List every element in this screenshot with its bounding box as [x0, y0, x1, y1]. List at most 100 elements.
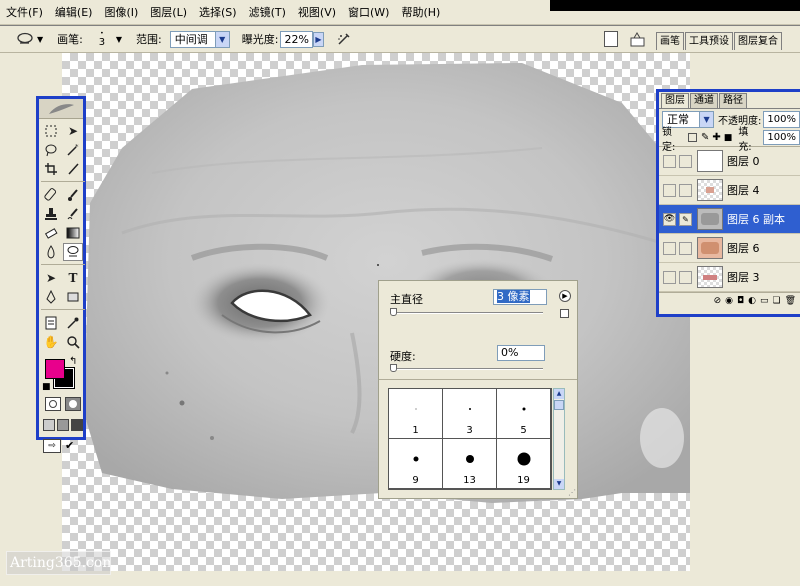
- lock-transparency-icon[interactable]: [688, 133, 698, 142]
- link-toggle[interactable]: [679, 183, 692, 197]
- hardness-slider-thumb[interactable]: [390, 364, 397, 372]
- new-layer-icon[interactable]: ❏: [772, 296, 780, 306]
- layer-style-icon[interactable]: ◉: [725, 296, 733, 306]
- menu-edit[interactable]: 编辑(E): [49, 0, 99, 25]
- crop-icon[interactable]: [41, 160, 61, 178]
- visibility-toggle[interactable]: [663, 270, 676, 284]
- history-brush-icon[interactable]: [63, 205, 83, 223]
- default-colors-icon[interactable]: ■: [42, 382, 51, 392]
- type-icon[interactable]: T: [63, 269, 83, 287]
- scroll-down-icon[interactable]: ▼: [554, 479, 564, 489]
- foreground-color-swatch[interactable]: [45, 359, 65, 379]
- blur-icon[interactable]: [41, 243, 61, 261]
- brush-preset[interactable]: 1: [389, 389, 443, 439]
- menu-view[interactable]: 视图(V): [292, 0, 342, 25]
- path-select-icon[interactable]: ➤: [41, 269, 61, 287]
- pen-icon[interactable]: [41, 288, 61, 306]
- slice-icon[interactable]: [63, 160, 83, 178]
- brush-options-icon[interactable]: ▶: [559, 290, 571, 302]
- eraser-icon[interactable]: [41, 224, 61, 242]
- brush-preset[interactable]: 3: [443, 389, 497, 439]
- brush-preset[interactable]: 19: [497, 439, 551, 489]
- tool-preset-dropdown-icon[interactable]: ▼: [37, 35, 43, 44]
- adjustment-layer-icon[interactable]: ◐: [748, 296, 756, 306]
- eyedropper-icon[interactable]: [63, 314, 83, 332]
- zoom-icon[interactable]: [63, 333, 83, 351]
- link-toggle[interactable]: [679, 241, 692, 255]
- exposure-slider-button[interactable]: ▶: [312, 31, 324, 47]
- link-toggle[interactable]: [679, 154, 692, 168]
- menu-filter[interactable]: 滤镜(T): [243, 0, 292, 25]
- brush-preset[interactable]: 9: [389, 439, 443, 489]
- menu-layer[interactable]: 图层(L): [144, 0, 193, 25]
- link-toggle[interactable]: [679, 270, 692, 284]
- brush-icon[interactable]: [63, 186, 83, 204]
- tab-layers[interactable]: 图层: [661, 93, 689, 108]
- toolbox-header[interactable]: [39, 99, 83, 119]
- lock-all-icon[interactable]: ■: [724, 133, 733, 143]
- full-screen-icon[interactable]: [71, 419, 83, 431]
- opacity-input[interactable]: 100%: [763, 110, 800, 128]
- resize-icon[interactable]: [560, 309, 569, 318]
- notes-icon[interactable]: [41, 314, 61, 332]
- paintbrush-icon[interactable]: ✎: [679, 212, 692, 226]
- checkmark-icon[interactable]: ✔: [65, 439, 79, 453]
- lock-move-icon[interactable]: ✚: [712, 132, 720, 143]
- master-diameter-input[interactable]: 3 像素: [493, 289, 547, 305]
- image-canvas[interactable]: [62, 53, 690, 571]
- layer-row[interactable]: 图层 6: [659, 234, 800, 263]
- move-icon[interactable]: ➤: [63, 122, 83, 140]
- layer-row[interactable]: 👁 ✎ 图层 6 副本: [659, 205, 800, 234]
- healing-brush-icon[interactable]: [41, 186, 61, 204]
- standard-mode-icon[interactable]: [45, 397, 61, 411]
- well-tab-layer-comps[interactable]: 图层复合: [734, 32, 782, 50]
- lasso-icon[interactable]: [41, 141, 61, 159]
- menu-window[interactable]: 窗口(W): [342, 0, 395, 25]
- fill-input[interactable]: 100%: [763, 130, 800, 145]
- airbrush-icon[interactable]: [336, 31, 352, 47]
- menu-select[interactable]: 选择(S): [193, 0, 243, 25]
- standard-screen-icon[interactable]: [43, 419, 55, 431]
- new-group-icon[interactable]: ▭: [760, 296, 769, 306]
- menu-file[interactable]: 文件(F): [0, 0, 49, 25]
- visibility-toggle[interactable]: [663, 154, 676, 168]
- swap-colors-icon[interactable]: ↰: [69, 356, 77, 367]
- link-layers-icon[interactable]: ⊘: [714, 296, 722, 306]
- magic-wand-icon[interactable]: *: [63, 141, 83, 159]
- hardness-input[interactable]: 0%: [497, 345, 545, 361]
- well-tab-tool-presets[interactable]: 工具预设: [685, 32, 733, 50]
- resize-grip-icon[interactable]: ⋰: [568, 488, 576, 497]
- brush-preset[interactable]: 13: [443, 439, 497, 489]
- exposure-input[interactable]: 22%: [280, 30, 313, 48]
- palette-toggle-icon[interactable]: [628, 30, 648, 48]
- lock-paint-icon[interactable]: ✎: [701, 132, 709, 143]
- dodge-tool-icon[interactable]: [14, 30, 36, 48]
- hardness-slider-track[interactable]: [391, 368, 543, 370]
- menu-image[interactable]: 图像(I): [98, 0, 144, 25]
- scroll-thumb[interactable]: [554, 400, 564, 410]
- scroll-up-icon[interactable]: ▲: [554, 389, 564, 399]
- layer-row[interactable]: 图层 4: [659, 176, 800, 205]
- shape-icon[interactable]: [63, 288, 83, 306]
- well-tab-brushes[interactable]: 画笔: [656, 32, 684, 50]
- tab-paths[interactable]: 路径: [719, 93, 747, 108]
- brush-size-preview[interactable]: • 3: [89, 29, 115, 49]
- trash-icon[interactable]: 🗑: [785, 296, 796, 306]
- brush-dropdown-icon[interactable]: ▼: [116, 35, 122, 44]
- preset-scrollbar[interactable]: ▲ ▼: [553, 388, 565, 490]
- marquee-icon[interactable]: [41, 122, 61, 140]
- visibility-toggle[interactable]: [663, 183, 676, 197]
- hand-icon[interactable]: ✋: [41, 333, 61, 351]
- clone-stamp-icon[interactable]: [41, 205, 61, 223]
- layer-mask-icon[interactable]: ◘: [737, 296, 744, 306]
- quick-mask-icon[interactable]: [65, 397, 81, 411]
- menu-help[interactable]: 帮助(H): [395, 0, 446, 25]
- range-select[interactable]: 中间调 ▼: [169, 30, 230, 48]
- eye-icon[interactable]: 👁: [663, 212, 676, 226]
- tab-channels[interactable]: 通道: [690, 93, 718, 108]
- layer-row[interactable]: 图层 3: [659, 263, 800, 292]
- visibility-toggle[interactable]: [663, 241, 676, 255]
- gradient-icon[interactable]: [63, 224, 83, 242]
- diameter-slider-thumb[interactable]: [390, 308, 397, 316]
- jump-to-imageready-icon[interactable]: ⇨: [43, 439, 61, 453]
